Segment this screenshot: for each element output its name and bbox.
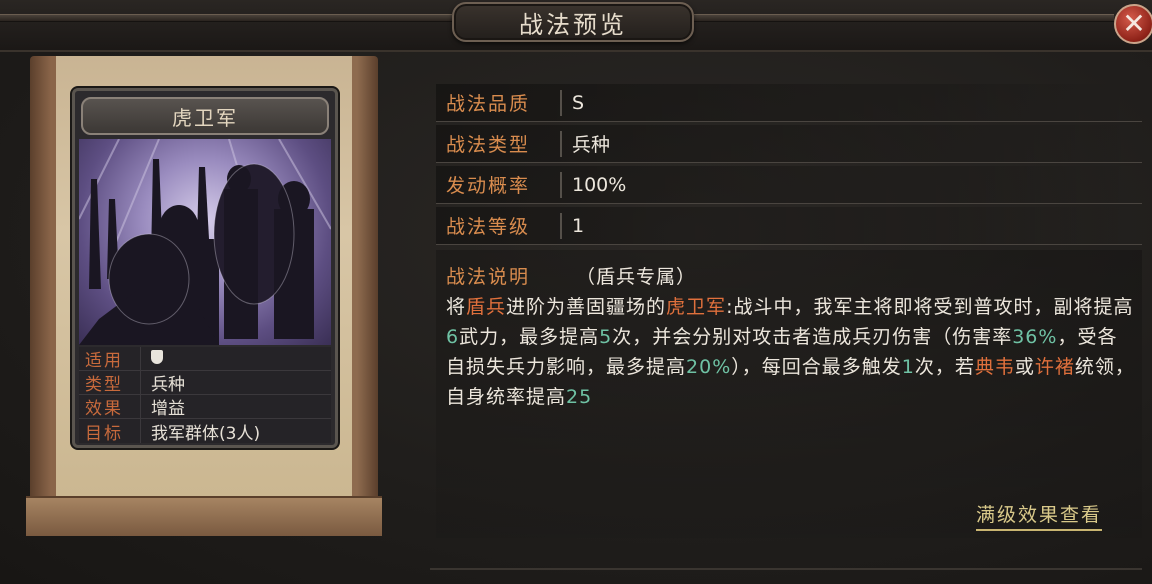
title-rail-right — [694, 14, 1114, 22]
stat-value: 我军群体(3人) — [151, 423, 261, 444]
info-value: 100% — [572, 173, 627, 196]
desc-highlight-general: 许褚 — [1034, 356, 1075, 378]
info-row-type: 战法类型 兵种 — [436, 125, 1142, 163]
desc-text: 武力，最多提高 — [459, 326, 600, 348]
divider — [430, 568, 1142, 570]
title-plate: 战法预览 — [452, 2, 694, 42]
desc-value: 1 — [901, 356, 915, 378]
info-row-quality: 战法品质 S — [436, 84, 1142, 122]
info-value: S — [572, 91, 585, 114]
stat-value — [141, 349, 163, 369]
info-key: 战法等级 — [436, 212, 562, 239]
info-key: 发动概率 — [436, 171, 562, 198]
desc-value: 20% — [686, 356, 732, 378]
desc-value: 6 — [446, 326, 460, 348]
desc-text: 或 — [1014, 356, 1035, 378]
desc-text: ），每回合最多触发 — [731, 356, 902, 378]
desc-value: 25 — [566, 386, 593, 408]
description-label: 战法说明 — [446, 266, 531, 288]
info-row-probability: 发动概率 100% — [436, 166, 1142, 204]
description-subtitle: （盾兵专属） — [576, 266, 697, 288]
info-value: 兵种 — [572, 134, 611, 156]
shield-icon — [151, 349, 163, 364]
stat-value: 兵种 — [151, 375, 185, 395]
card-header: 虎卫军 — [81, 97, 329, 135]
card-stats: 适用 类型 兵种 效果 增益 目标 我军群体(3人) — [79, 347, 331, 444]
desc-highlight-troop: 盾兵 — [466, 296, 507, 318]
stat-key: 目标 — [79, 419, 141, 444]
description-panel: 战法说明 （盾兵专属） 将盾兵进阶为善固疆场的虎卫军:战斗中，我军主将即将受到普… — [436, 250, 1142, 538]
desc-text: 将 — [446, 296, 467, 318]
title-rail-left — [0, 14, 452, 22]
description-text: 将盾兵进阶为善固疆场的虎卫军:战斗中，我军主将即将受到普攻时，副将提高 6武力，最… — [446, 292, 1136, 412]
desc-value: 36% — [1012, 326, 1058, 348]
info-key: 战法品质 — [436, 89, 562, 116]
desc-value: 5 — [599, 326, 613, 348]
desc-highlight-unit: 虎卫军 — [666, 296, 727, 318]
stat-key: 类型 — [79, 371, 141, 395]
stat-key: 效果 — [79, 395, 141, 419]
stat-row-effect: 效果 增益 — [79, 395, 331, 419]
close-button[interactable]: ✕ — [1114, 4, 1152, 44]
soldiers-silhouette-illustration — [79, 139, 331, 345]
desc-text: 次，若 — [914, 356, 975, 378]
desc-text: :战斗中，我军主将即将受到普攻时，副将提高 — [726, 296, 1134, 318]
stat-key: 适用 — [79, 347, 141, 371]
title-bar: 战法预览 ✕ — [0, 0, 1152, 52]
skill-preview-window: 战法预览 ✕ 虎卫军 适用 类型 兵种 效果 增益 目标 我军群体(3人) 战法… — [0, 0, 1152, 584]
info-key: 战法类型 — [436, 130, 562, 157]
full-effect-link[interactable]: 满级效果查看 — [976, 500, 1103, 531]
stat-value: 增益 — [151, 399, 185, 419]
desc-text: 次，并会分别对攻击者造成兵刃伤害（伤害率 — [612, 326, 1013, 348]
desc-text: 进阶为善固疆场的 — [506, 296, 667, 318]
info-value: 1 — [572, 214, 585, 237]
stat-row-type: 类型 兵种 — [79, 371, 331, 395]
skill-card: 虎卫军 适用 类型 兵种 效果 增益 目标 我军群体(3人) — [72, 88, 338, 448]
stat-row-target: 目标 我军群体(3人) — [79, 419, 331, 444]
info-row-level: 战法等级 1 — [436, 207, 1142, 245]
close-icon: ✕ — [1122, 7, 1146, 40]
card-name: 虎卫军 — [172, 105, 238, 130]
card-artwork — [79, 139, 331, 345]
stat-row-applicable: 适用 — [79, 347, 331, 371]
window-title: 战法预览 — [519, 10, 627, 39]
desc-highlight-general: 典韦 — [974, 356, 1015, 378]
scroll-roller — [26, 496, 382, 536]
